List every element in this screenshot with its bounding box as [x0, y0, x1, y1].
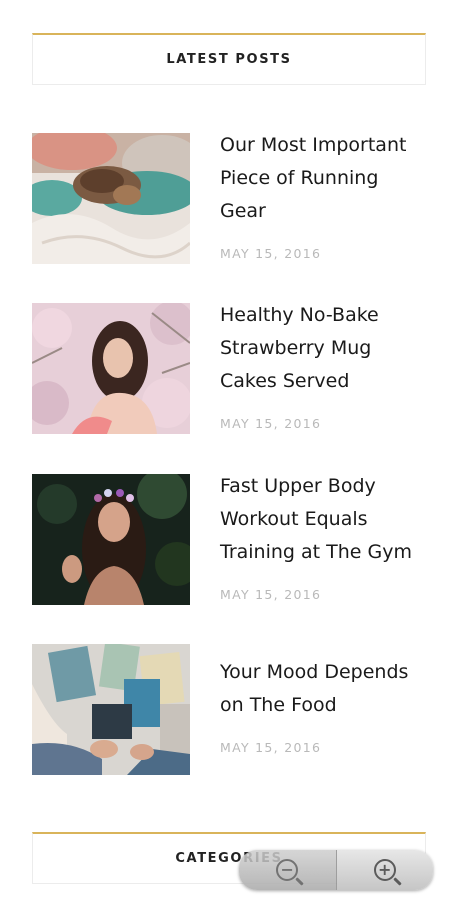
post-item[interactable]: Your Mood Depends on The Food MAY 15, 20…	[32, 644, 426, 776]
post-thumbnail-woman-flower-crown[interactable]	[32, 474, 190, 605]
post-title[interactable]: Fast Upper Body Workout Equals Training …	[220, 470, 420, 569]
post-date: MAY 15, 2016	[220, 246, 322, 261]
zoom-out-icon: −	[276, 859, 299, 881]
zoom-control: − +	[239, 850, 433, 890]
post-date: MAY 15, 2016	[220, 416, 322, 431]
latest-posts-heading-text: LATEST POSTS	[166, 52, 292, 67]
zoom-out-button[interactable]: −	[239, 850, 337, 890]
post-item[interactable]: Healthy No-Bake Strawberry Mug Cakes Ser…	[32, 303, 426, 435]
zoom-in-button[interactable]: +	[336, 850, 433, 890]
post-title[interactable]: Your Mood Depends on The Food	[220, 656, 420, 722]
post-title[interactable]: Healthy No-Bake Strawberry Mug Cakes Ser…	[220, 299, 420, 398]
post-title[interactable]: Our Most Important Piece of Running Gear	[220, 129, 420, 228]
post-date: MAY 15, 2016	[220, 587, 322, 602]
post-item[interactable]: Our Most Important Piece of Running Gear…	[32, 133, 426, 265]
zoom-in-icon: +	[373, 859, 396, 881]
post-item[interactable]: Fast Upper Body Workout Equals Training …	[32, 474, 426, 606]
post-thumbnail-magazines[interactable]	[32, 644, 190, 775]
post-thumbnail-cat[interactable]	[32, 133, 190, 264]
post-thumbnail-woman-blossom[interactable]	[32, 303, 190, 434]
latest-posts-heading: LATEST POSTS	[32, 33, 426, 85]
post-date: MAY 15, 2016	[220, 740, 322, 755]
